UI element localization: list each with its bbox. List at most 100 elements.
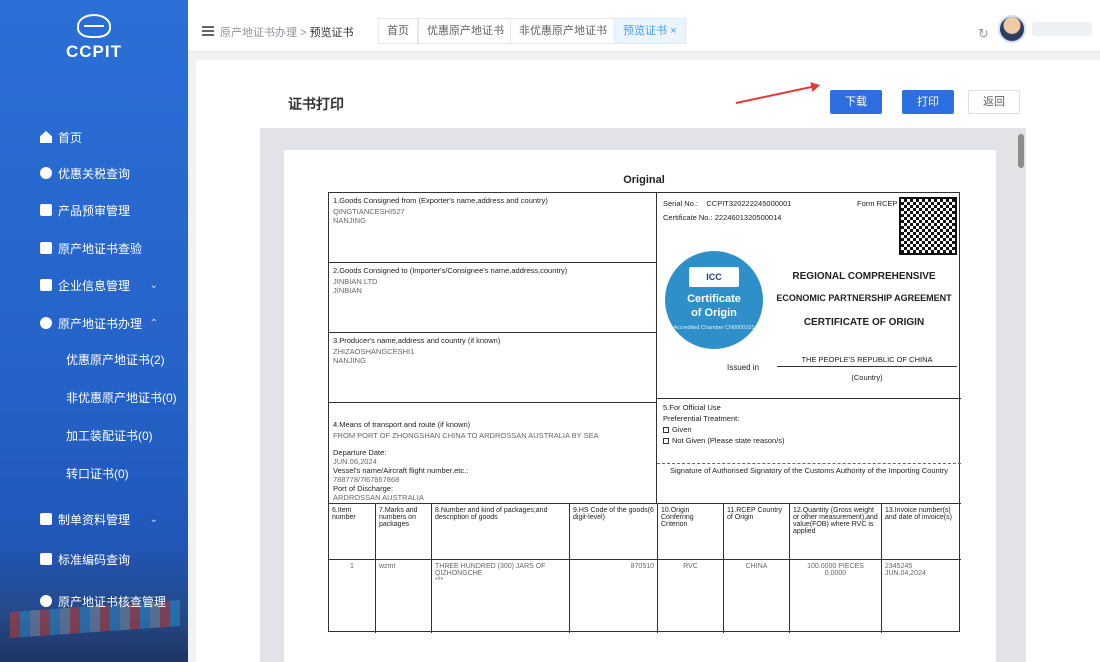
scrollbar[interactable] bbox=[1018, 134, 1024, 168]
header-invoice: 13.Invoice number(s) and date of invoice… bbox=[881, 504, 961, 559]
ccpit-logo: CCPIT bbox=[0, 14, 188, 74]
sidebar-subitem-processing[interactable]: 加工装配证书(0) bbox=[0, 420, 188, 450]
cell-invoice: 2345245 JUN.04,2024 bbox=[881, 560, 961, 633]
sidebar-item-certificate-handling[interactable]: 原产地证书办理 ⌃ bbox=[0, 308, 188, 338]
sidebar-item-certificate-check[interactable]: 原产地证书查验 bbox=[0, 233, 188, 263]
cert-no-value: 2224601320500014 bbox=[714, 213, 782, 222]
form-label: Form RCEP bbox=[857, 199, 898, 208]
header-quantity: 12.Quantity (Gross weight or other measu… bbox=[789, 504, 881, 559]
tab-label: 非优惠原产地证书 bbox=[519, 25, 607, 37]
chevron-down-icon: ⌄ bbox=[149, 513, 158, 525]
sidebar-subitem-non-preferential[interactable]: 非优惠原产地证书(0) bbox=[0, 382, 188, 412]
serial-value: CCPIT320222245000001 bbox=[706, 199, 792, 208]
print-button[interactable]: 打印 bbox=[902, 90, 954, 114]
producer-label: 3.Producer's name,address and country (i… bbox=[333, 336, 501, 345]
header-description: 8.Number and kind of packages;and descri… bbox=[431, 504, 569, 559]
company-icon bbox=[40, 279, 52, 291]
consignee-label: 2.Goods Consigned to (Importer's/Consign… bbox=[333, 266, 568, 275]
seal-line2: of Origin bbox=[691, 307, 737, 319]
sidebar-item-code-query[interactable]: 标准编码查询 bbox=[0, 544, 188, 574]
logo-text: CCPIT bbox=[66, 42, 122, 61]
avatar[interactable] bbox=[998, 15, 1026, 43]
menu-toggle-icon[interactable] bbox=[202, 26, 214, 36]
given-label: Given bbox=[672, 425, 692, 434]
issued-in-value: THE PEOPLE'S REPUBLIC OF CHINA bbox=[777, 355, 957, 367]
sidebar-item-tariff-query[interactable]: 优惠关税查询 bbox=[0, 158, 188, 188]
issued-in-label: Issued in bbox=[727, 363, 760, 372]
close-icon[interactable]: × bbox=[670, 25, 676, 37]
cell-country: CHINA bbox=[723, 560, 789, 633]
download-button[interactable]: 下载 bbox=[830, 90, 882, 114]
preferential-label: Preferential Treatment: bbox=[663, 414, 740, 423]
serial-label: Serial No.: bbox=[663, 199, 699, 208]
sidebar-item-home[interactable]: 首页 bbox=[0, 122, 188, 152]
transport-cell: 4.Means of transport and route (if known… bbox=[329, 403, 657, 503]
checkbox-icon bbox=[663, 427, 669, 434]
discharge-label: Port of Discharge: bbox=[333, 484, 394, 493]
page-title: 证书打印 bbox=[288, 96, 344, 112]
not-given-row: Not Given (Please state reason/s) bbox=[663, 436, 955, 445]
sidebar-subitem-preferential[interactable]: 优惠原产地证书(2) bbox=[0, 344, 188, 374]
official-use-cell: 5.For Official Use Preferential Treatmen… bbox=[657, 399, 961, 503]
vessel-value: 788778/7l67867868 bbox=[333, 475, 400, 484]
sidebar-item-label: 原产地证书核查管理 bbox=[58, 594, 167, 609]
cell-description: THREE HUNDRED (300) JARS OF QIZHONGCHE *… bbox=[431, 560, 569, 633]
transport-label: 4.Means of transport and route (if known… bbox=[333, 420, 471, 429]
tab-preferential[interactable]: 优惠原产地证书 bbox=[418, 18, 513, 44]
producer-cell: 3.Producer's name,address and country (i… bbox=[329, 333, 657, 403]
sidebar-subitem-transit[interactable]: 转口证书(0) bbox=[0, 458, 188, 488]
sidebar-item-label: 标准编码查询 bbox=[58, 552, 131, 567]
certificate-page: Original 1.Goods Consigned from (Exporte… bbox=[284, 150, 996, 662]
header-country: 11.RCEP Country of Origin bbox=[723, 504, 789, 559]
header-origin-criterion: 10.Origin Conferring Criterion bbox=[657, 504, 723, 559]
header-item-number: 6.Item number bbox=[332, 507, 356, 521]
tab-label: 优惠原产地证书 bbox=[427, 25, 504, 37]
back-button[interactable]: 返回 bbox=[968, 90, 1020, 114]
tab-preview-certificate[interactable]: 预览证书 × bbox=[614, 18, 686, 44]
breadcrumb: 原产地证书办理 > 预览证书 bbox=[220, 24, 354, 40]
search-icon bbox=[40, 167, 52, 179]
vessel-label: Vessel's name/Aircraft flight number,etc… bbox=[333, 466, 469, 475]
icc-seal-logo: ICC Certificate of Origin Accredited Cha… bbox=[665, 251, 763, 349]
exporter-label: 1.Goods Consigned from (Exporter's name,… bbox=[333, 196, 548, 205]
chevron-down-icon: ⌄ bbox=[149, 279, 158, 291]
departure-value: JUN.06,2024 bbox=[333, 457, 377, 466]
exporter-cell: 1.Goods Consigned from (Exporter's name,… bbox=[329, 193, 657, 263]
sidebar-item-documents[interactable]: 制单资料管理 ⌄ bbox=[0, 504, 188, 534]
pdf-viewer[interactable]: Original 1.Goods Consigned from (Exporte… bbox=[260, 128, 1026, 662]
seal-line3: Accredited Chamber CN0000101 bbox=[673, 325, 755, 331]
sidebar-item-company-info[interactable]: 企业信息管理 ⌄ bbox=[0, 270, 188, 300]
certificate-check-icon bbox=[40, 242, 52, 254]
ccpit-emblem-icon bbox=[77, 14, 111, 38]
qr-code bbox=[899, 197, 957, 255]
rcep-title-1: REGIONAL COMPREHENSIVE bbox=[792, 271, 936, 282]
cell-marks: wzmt bbox=[375, 560, 431, 633]
sidebar-subitem-label: 加工装配证书(0) bbox=[66, 428, 153, 443]
not-given-label: Not Given (Please state reason/s) bbox=[672, 436, 785, 445]
transport-value: FROM PORT OF ZHONGSHAN CHINA TO ARDROSSA… bbox=[333, 431, 599, 440]
sidebar-item-verification[interactable]: 原产地证书核查管理 bbox=[0, 586, 188, 616]
certificate-header: Serial No.: CCPIT320222245000001 Form RC… bbox=[657, 193, 961, 399]
official-label: 5.For Official Use bbox=[663, 403, 721, 412]
discharge-value: ARDROSSAN AUSTRALIA bbox=[333, 493, 424, 502]
sidebar-subitem-label: 转口证书(0) bbox=[66, 466, 129, 481]
serial-row: Serial No.: CCPIT320222245000001 bbox=[663, 199, 791, 208]
seal-line1: Certificate bbox=[687, 293, 741, 305]
tab-home[interactable]: 首页 bbox=[378, 18, 418, 44]
code-icon bbox=[40, 553, 52, 565]
sidebar-item-product-review[interactable]: 产品预审管理 bbox=[0, 195, 188, 225]
sidebar: CCPIT 首页 优惠关税查询 产品预审管理 原产地证书查验 企业信息管理 ⌄ … bbox=[0, 0, 188, 662]
certificate-heading: Original bbox=[623, 174, 665, 186]
topbar: 原产地证书办理 > 预览证书 首页 优惠原产地证书 非优惠原产地证书 预览证书 … bbox=[188, 0, 1100, 52]
chevron-up-icon: ⌃ bbox=[149, 317, 158, 329]
rcep-title-3: CERTIFICATE OF ORIGIN bbox=[803, 317, 925, 328]
sidebar-item-label: 优惠关税查询 bbox=[58, 166, 131, 181]
cell-quantity: 100.0000 PIECES 0.0000 bbox=[789, 560, 881, 633]
breadcrumb-parent[interactable]: 原产地证书办理 bbox=[220, 27, 297, 39]
checkbox-icon bbox=[663, 438, 669, 445]
sidebar-item-label: 原产地证书办理 bbox=[58, 316, 143, 331]
consignee-cell: 2.Goods Consigned to (Importer's/Consign… bbox=[329, 263, 657, 333]
certificate-frame: 1.Goods Consigned from (Exporter's name,… bbox=[328, 192, 961, 633]
tab-non-preferential[interactable]: 非优惠原产地证书 bbox=[510, 18, 616, 44]
refresh-icon[interactable]: ↻ bbox=[978, 26, 989, 42]
